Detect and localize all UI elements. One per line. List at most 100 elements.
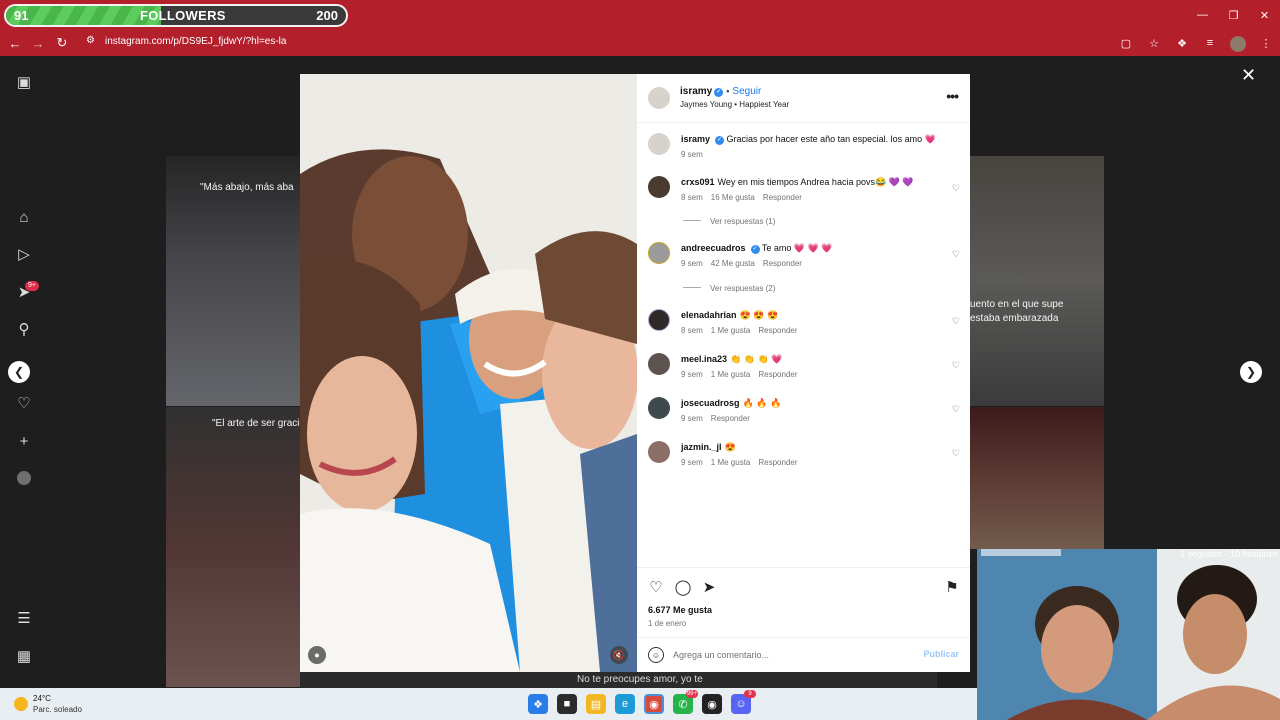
previous-post-arrow-icon[interactable]: ❮ (8, 361, 30, 383)
like-comment-heart-icon[interactable]: ♡ (952, 360, 960, 371)
discord-icon[interactable]: ☺ 9 (731, 690, 756, 714)
reels-icon[interactable]: ▷ (14, 244, 34, 264)
task-view-icon[interactable]: ■ (557, 694, 577, 714)
weather-description[interactable]: Parc. soleado (33, 705, 82, 714)
comment-username[interactable]: andreecuadros (681, 243, 746, 253)
comment-bubble-icon[interactable]: ◯ (674, 578, 692, 596)
feed-tile[interactable]: "Más abajo, más aba (166, 156, 300, 406)
install-app-icon[interactable]: ▢ (1116, 33, 1136, 53)
follow-button[interactable]: Seguir (732, 86, 761, 97)
post-video[interactable]: ● 🔇 (300, 74, 637, 672)
user-tags-icon[interactable]: ● (308, 646, 326, 664)
post-header: isramy ✓ • Seguir Jaymes Young • Happiest Y… (637, 74, 970, 123)
feed-tile[interactable]: "El arte de ser gracios (166, 407, 300, 687)
like-comment-heart-icon[interactable]: ♡ (952, 448, 960, 459)
comment-username[interactable]: meel.ina23 (681, 354, 727, 364)
feed-tile[interactable]: No te preocupes amor, yo te (300, 672, 937, 688)
feed-tile[interactable]: uento en el que supe estaba embarazada (970, 156, 1104, 406)
publish-button[interactable]: Publicar (923, 649, 959, 659)
commenter-avatar[interactable] (648, 397, 670, 419)
reply-button[interactable]: Responder (763, 259, 802, 268)
search-icon[interactable]: ⚲ (14, 319, 34, 339)
notifications-heart-icon[interactable]: ♡ (14, 393, 34, 413)
likes-count[interactable]: 6.677 Me gusta (648, 605, 712, 615)
reply-button[interactable]: Responder (763, 193, 802, 202)
view-replies-button[interactable]: Ver respuestas (2) (683, 284, 775, 293)
like-comment-heart-icon[interactable]: ♡ (952, 316, 960, 327)
reply-button[interactable]: Responder (758, 326, 797, 335)
save-bookmark-icon[interactable]: ⚑ (943, 578, 961, 596)
comment-likes[interactable]: 1 Me gusta (711, 326, 751, 335)
instagram-logo-icon[interactable]: ▣ (14, 72, 34, 92)
more-options-icon[interactable]: ••• (946, 88, 959, 104)
tile-caption: estaba embarazada (970, 313, 1059, 324)
comment-username[interactable]: elenadahrian (681, 310, 737, 320)
address-bar-url[interactable]: instagram.com/p/DS9EJ_fjdwY/?hl=es-la (105, 36, 286, 47)
profile-avatar[interactable] (1228, 33, 1248, 53)
share-send-icon[interactable]: ➤ (700, 578, 718, 596)
extensions-icon[interactable]: ❖ (1172, 33, 1192, 53)
comment-username[interactable]: josecuadrosg (681, 398, 740, 408)
minimize-icon[interactable]: — (1187, 0, 1218, 30)
create-plus-icon[interactable]: + (14, 431, 34, 451)
restore-icon[interactable]: ❐ (1218, 0, 1249, 30)
tile-caption: "Más abajo, más aba (200, 182, 294, 193)
post-details-panel: isramy ✓ • Seguir Jaymes Young • Happiest Y… (637, 74, 970, 672)
emoji-picker-icon[interactable]: ☺ (648, 647, 664, 663)
file-explorer-icon[interactable]: ▤ (586, 694, 606, 714)
browser-menu-icon[interactable]: ⋮ (1256, 33, 1276, 53)
comment-username[interactable]: jazmin._jl (681, 442, 722, 452)
close-modal-icon[interactable]: ✕ (1241, 65, 1256, 86)
comment-likes[interactable]: 1 Me gusta (711, 370, 751, 379)
close-icon[interactable]: ✕ (1249, 0, 1280, 30)
comment-text: Te amo 💗 💗 💗 (761, 243, 833, 253)
mute-icon[interactable]: 🔇 (610, 646, 628, 664)
commenter-avatar[interactable] (648, 441, 670, 463)
verified-badge-icon: ✓ (715, 136, 725, 145)
commenter-avatar[interactable] (648, 353, 670, 375)
comment-username[interactable]: crxs091 (681, 177, 715, 187)
weather-temperature[interactable]: 24°C (33, 694, 51, 703)
profile-avatar[interactable] (17, 471, 31, 485)
reply-button[interactable]: Responder (758, 370, 797, 379)
webcam-caption: 1 seguidor - 10 flexiones (1179, 549, 1278, 559)
audio-track[interactable]: Jaymes Young • Happiest Year (680, 100, 789, 109)
weather-sun-icon[interactable] (14, 697, 28, 711)
start-menu-icon[interactable]: ❖ (528, 694, 548, 714)
comment-time: 8 sem (681, 193, 703, 202)
like-comment-heart-icon[interactable]: ♡ (952, 249, 960, 260)
commenter-avatar[interactable] (648, 309, 670, 331)
back-arrow-icon[interactable]: ← (5, 33, 25, 53)
like-comment-heart-icon[interactable]: ♡ (952, 183, 960, 194)
chrome-browser-icon[interactable]: ◉ (644, 694, 664, 714)
reply-button[interactable]: Responder (711, 414, 750, 423)
home-icon[interactable]: ⌂ (14, 207, 34, 227)
comment-likes[interactable]: 16 Me gusta (711, 193, 755, 202)
next-post-arrow-icon[interactable]: ❯ (1240, 361, 1262, 383)
site-info-icon[interactable]: ⚙ (86, 35, 100, 49)
obs-icon[interactable]: ◉ (702, 694, 722, 714)
edge-browser-icon[interactable]: e (615, 694, 635, 714)
bookmark-star-icon[interactable]: ☆ (1144, 33, 1164, 53)
menu-icon[interactable]: ☰ (14, 608, 34, 628)
like-heart-icon[interactable]: ♡ (647, 578, 665, 596)
caption-username[interactable]: isramy (681, 134, 710, 144)
view-replies-button[interactable]: Ver respuestas (1) (683, 217, 775, 226)
comment-likes[interactable]: 1 Me gusta (711, 458, 751, 467)
add-comment-bar: ☺ Publicar (637, 637, 970, 672)
commenter-avatar[interactable] (648, 242, 670, 264)
author-avatar[interactable] (648, 133, 670, 155)
whatsapp-icon[interactable]: ✆ 99+ (673, 690, 698, 714)
feed-tile[interactable] (970, 407, 1104, 549)
reply-button[interactable]: Responder (758, 458, 797, 467)
author-avatar[interactable] (648, 87, 670, 109)
author-username[interactable]: isramy (680, 86, 712, 97)
media-controls-icon[interactable]: ≡ (1200, 33, 1220, 53)
comment-input[interactable] (673, 646, 913, 664)
like-comment-heart-icon[interactable]: ♡ (952, 404, 960, 415)
more-apps-icon[interactable]: ▦ (14, 646, 34, 666)
reload-icon[interactable]: ↻ (52, 33, 72, 53)
forward-arrow-icon[interactable]: → (28, 33, 48, 53)
comment-likes[interactable]: 42 Me gusta (711, 259, 755, 268)
commenter-avatar[interactable] (648, 176, 670, 198)
